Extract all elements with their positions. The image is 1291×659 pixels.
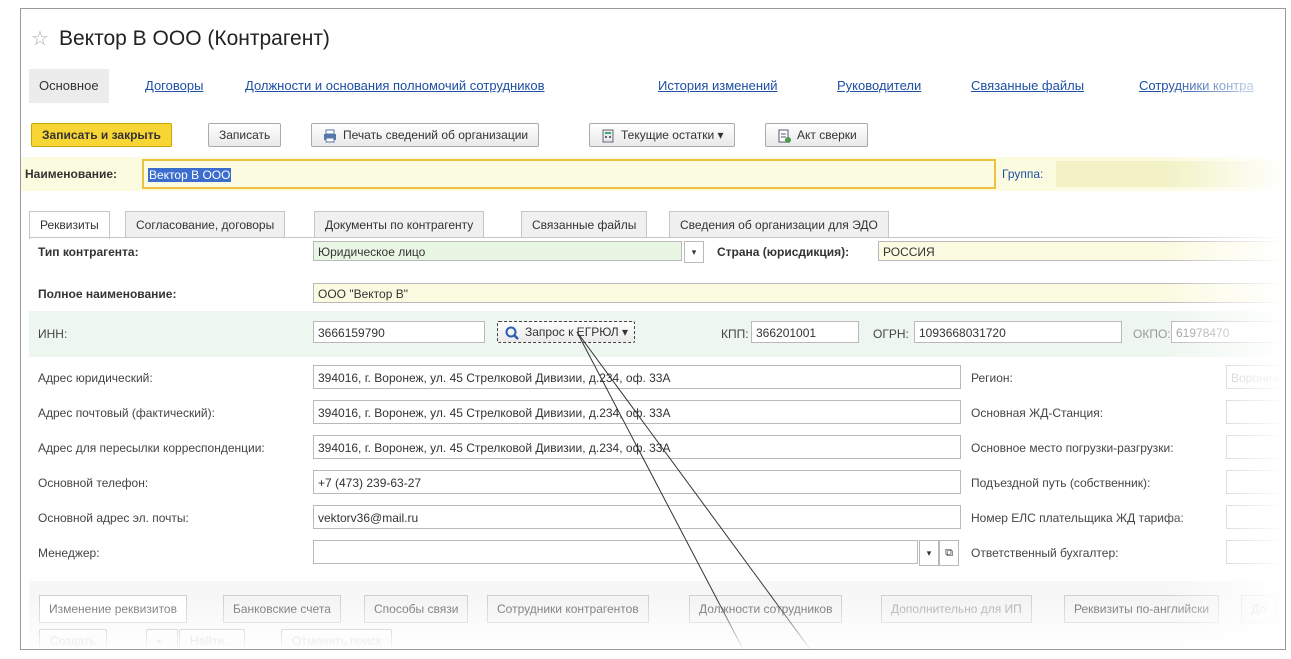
annotation-line-left bbox=[576, 331, 744, 649]
annotation-lines bbox=[576, 331, 811, 649]
window: ☆ Вектор В ООО (Контрагент) Основное Дог… bbox=[20, 8, 1286, 650]
annotation-line-right bbox=[576, 331, 811, 649]
